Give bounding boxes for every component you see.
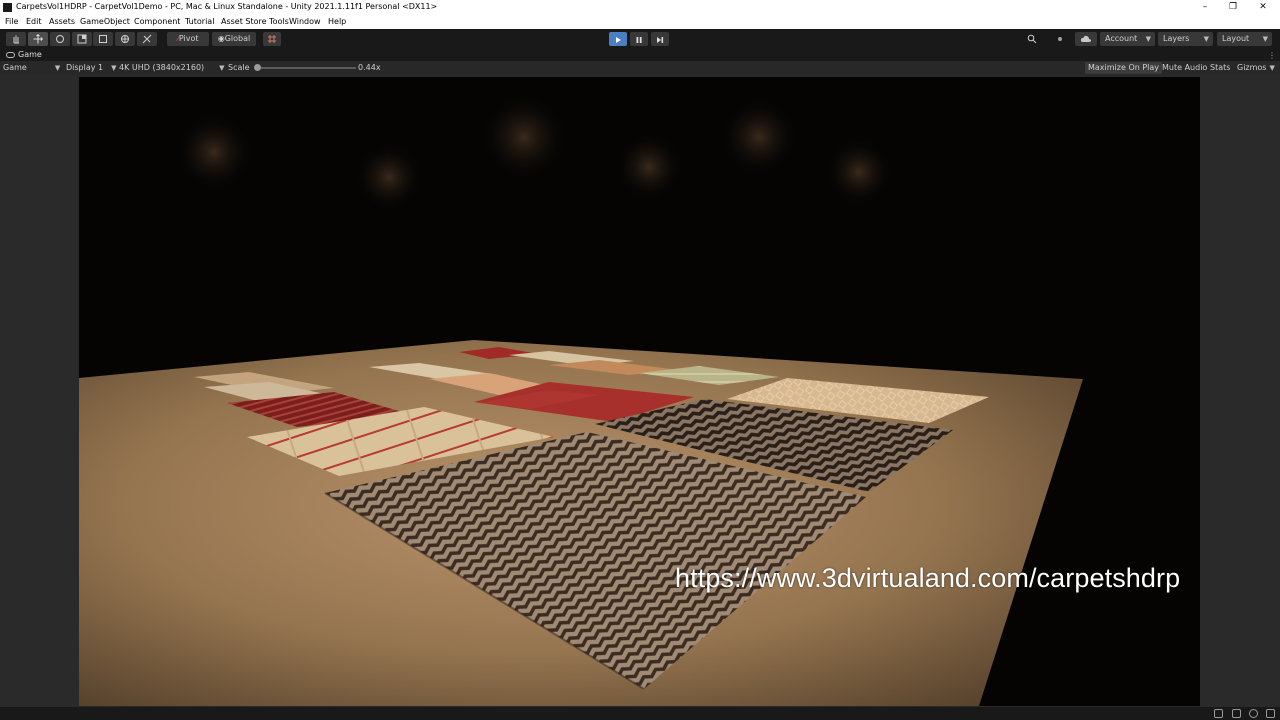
global-label: Global [224, 34, 251, 43]
menu-tutorial[interactable]: Tutorial [185, 17, 214, 26]
menu-window[interactable]: Window [289, 17, 321, 26]
pause-button[interactable] [630, 32, 648, 46]
gamepad-icon [6, 52, 15, 58]
gizmos-dropdown[interactable]: Gizmos ▼ [1237, 61, 1275, 75]
chevron-down-icon: ▼ [1262, 35, 1268, 43]
debug-mode-icon[interactable] [1232, 709, 1241, 718]
scale-value: 0.44x [358, 63, 381, 72]
account-dropdown[interactable]: Account ▼ [1100, 32, 1155, 46]
close-icon[interactable]: ✕ [1256, 1, 1270, 13]
menu-asset-store-tools[interactable]: Asset Store Tools [221, 17, 289, 26]
scale-tool-icon[interactable] [72, 32, 92, 46]
menu-file[interactable]: File [5, 17, 18, 26]
game-view-dropdown[interactable]: Game ▼ [3, 61, 60, 75]
mute-audio-toggle[interactable]: Mute Audio [1162, 61, 1207, 75]
chevron-down-icon: ▼ [111, 64, 117, 72]
chevron-down-icon: ▼ [1145, 35, 1151, 43]
menu-assets[interactable]: Assets [49, 17, 75, 26]
menu-help[interactable]: Help [328, 17, 346, 26]
hand-tool-icon[interactable] [6, 32, 26, 46]
chevron-down-icon: ▼ [54, 64, 61, 72]
custom-tool-icon[interactable] [137, 32, 157, 46]
pivot-toggle-button[interactable]: ⁄Pivot [167, 32, 209, 46]
tab-game[interactable]: Game [2, 49, 42, 61]
resolution-dropdown[interactable]: 4K UHD (3840x2160) ▼ [119, 61, 225, 75]
lighting-icon[interactable] [1249, 709, 1258, 718]
gizmos-label: Gizmos [1237, 63, 1267, 72]
chevron-down-icon: ▼ [1203, 35, 1209, 43]
status-bar [0, 707, 1280, 720]
game-view-label: Game [3, 63, 27, 72]
tab-game-label: Game [18, 50, 42, 59]
display-dropdown[interactable]: Display 1 ▼ [66, 61, 117, 75]
pause-icon [636, 37, 642, 43]
more-options-icon[interactable]: ⋮ [1268, 51, 1276, 60]
cloud-icon[interactable] [1075, 32, 1097, 46]
cache-server-icon[interactable] [1266, 709, 1275, 718]
game-view-toolbar: Game ▼ Display 1 ▼ 4K UHD (3840x2160) ▼ Sca… [0, 61, 1280, 75]
main-toolbar: ⁄Pivot ◉Global Account ▼ Layers ▼ Layout ▼ [0, 29, 1280, 49]
layout-dropdown[interactable]: Layout ▼ [1217, 32, 1272, 46]
unity-logo-icon [3, 3, 12, 12]
website-watermark: https://www.3dvirtualand.com/carpetshdrp [675, 563, 1181, 593]
resolution-label: 4K UHD (3840x2160) [119, 63, 205, 72]
scene-render [79, 92, 1083, 706]
globe-icon: ◉ [217, 34, 225, 43]
restore-icon[interactable]: ❐ [1226, 1, 1240, 13]
window-title-bar: CarpetsVol1HDRP - CarpetVol1Demo - PC, M… [0, 0, 1280, 15]
rotate-tool-icon[interactable] [50, 32, 70, 46]
scale-slider-track[interactable] [256, 67, 356, 69]
grid-snap-icon[interactable] [263, 32, 281, 46]
rect-tool-icon[interactable] [93, 32, 113, 46]
menu-bar: File Edit Assets GameObject Component Tu… [0, 15, 1280, 30]
scale-slider-handle[interactable] [254, 64, 261, 71]
scale-label: Scale [228, 63, 250, 72]
chevron-down-icon: ▼ [1269, 64, 1275, 72]
play-button[interactable] [609, 32, 627, 46]
menu-edit[interactable]: Edit [26, 17, 42, 26]
layers-label: Layers [1163, 34, 1190, 43]
game-view-render[interactable]: https://www.3dvirtualand.com/carpetshdrp [79, 77, 1200, 706]
menu-gameobject[interactable]: GameObject [80, 17, 130, 26]
tab-bar: Game ⋮ [0, 49, 1280, 61]
stats-toggle[interactable]: Stats [1210, 61, 1230, 75]
step-icon [657, 37, 664, 43]
pivot-label: Pivot [178, 34, 199, 43]
layers-dropdown[interactable]: Layers ▼ [1158, 32, 1213, 46]
window-title: CarpetsVol1HDRP - CarpetVol1Demo - PC, M… [16, 2, 438, 11]
minimize-icon[interactable]: – [1198, 1, 1212, 13]
global-toggle-button[interactable]: ◉Global [212, 32, 256, 46]
chevron-down-icon: ▼ [219, 64, 225, 72]
transform-tool-icon[interactable] [115, 32, 135, 46]
display-label: Display 1 [66, 63, 104, 72]
search-icon[interactable] [1022, 32, 1042, 46]
collab-icon[interactable] [1050, 32, 1070, 46]
play-icon [616, 37, 621, 43]
step-button[interactable] [651, 32, 669, 46]
account-label: Account [1105, 34, 1138, 43]
move-tool-icon[interactable] [28, 32, 48, 46]
progress-icon [1214, 709, 1223, 718]
menu-component[interactable]: Component [134, 17, 180, 26]
maximize-on-play-toggle[interactable]: Maximize On Play [1085, 62, 1163, 74]
layout-label: Layout [1222, 34, 1250, 43]
